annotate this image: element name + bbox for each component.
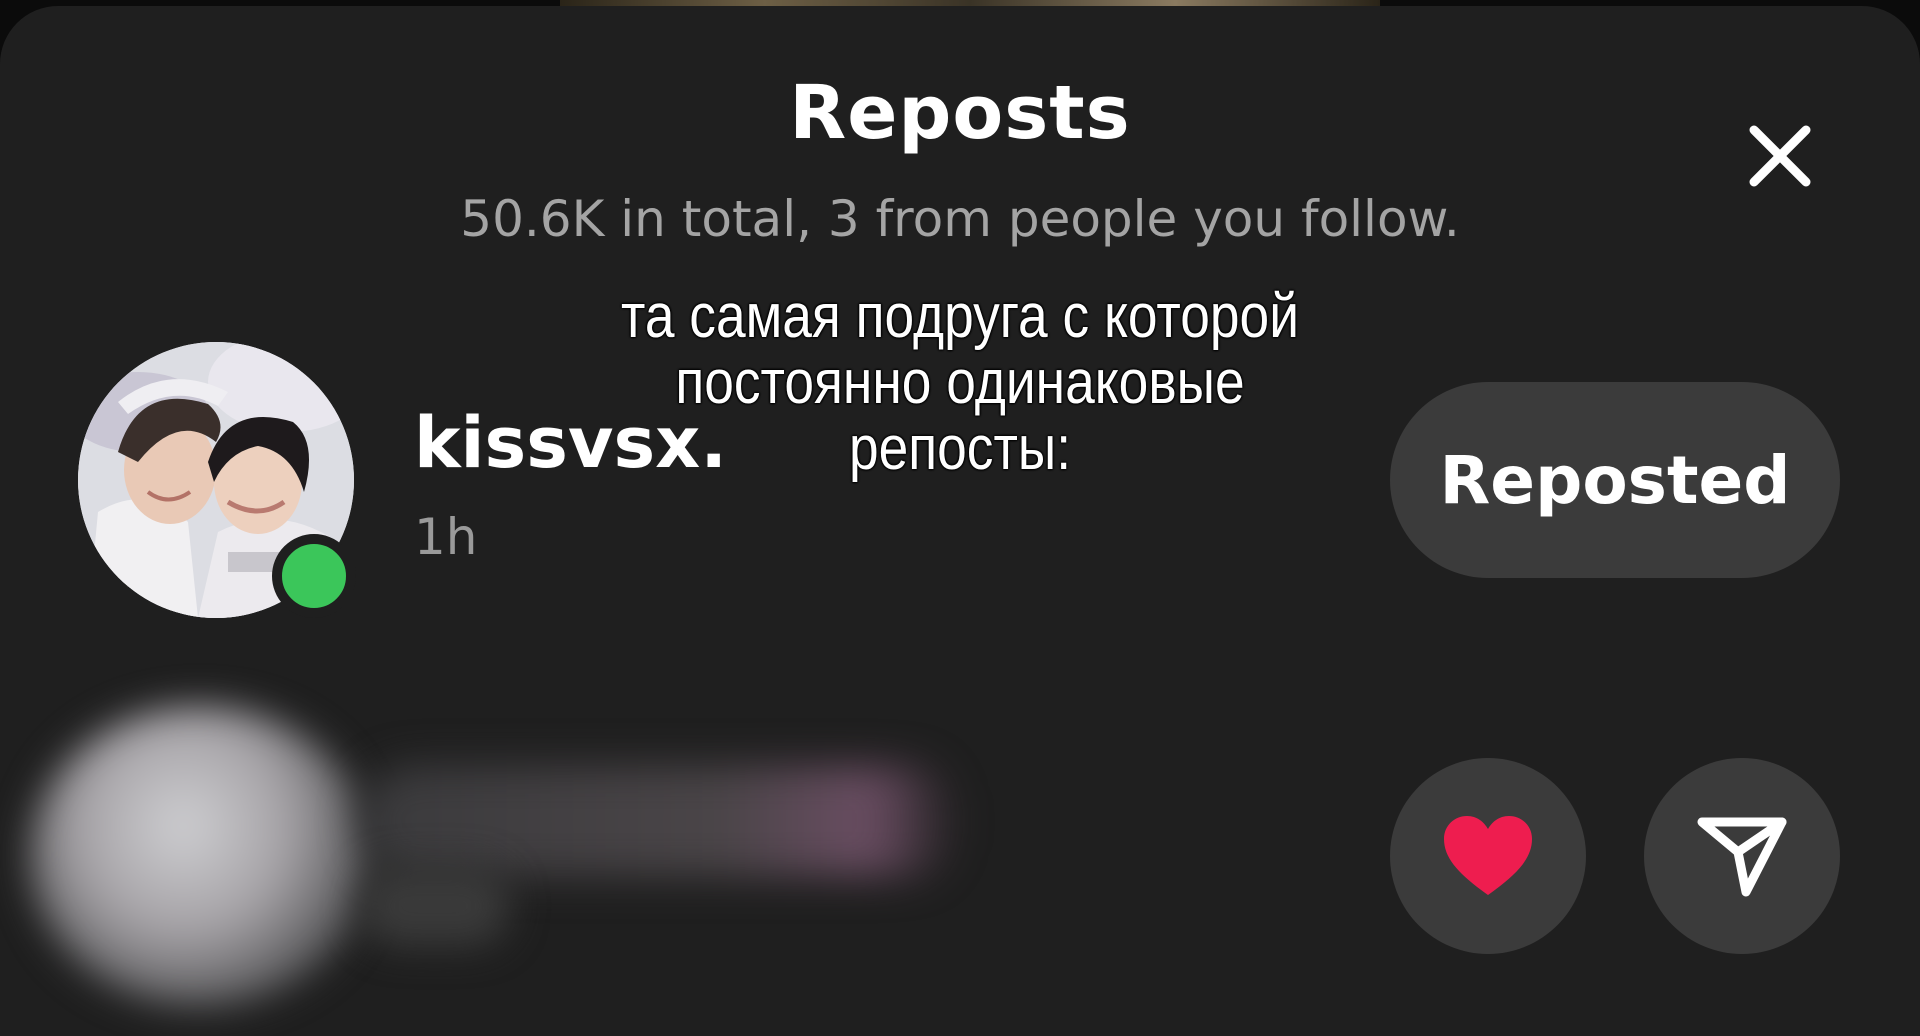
reposts-sheet: Reposts 50.6K in total, 3 from people yo… — [0, 6, 1920, 1036]
blurred-username — [360, 766, 960, 876]
repost-count-summary: 50.6K in total, 3 from people you follow… — [460, 190, 1460, 248]
reposted-button[interactable]: Reposted — [1390, 382, 1840, 578]
repost-row: kissvsx. 1h Reposted — [0, 336, 1920, 636]
username[interactable]: kissvsx. — [414, 402, 727, 484]
send-button[interactable] — [1644, 758, 1840, 954]
repost-time: 1h — [414, 508, 478, 566]
like-button[interactable] — [1390, 758, 1586, 954]
heart-icon — [1444, 816, 1532, 895]
blurred-meta — [360, 866, 510, 946]
online-status-dot — [272, 534, 356, 618]
blurred-avatar — [30, 706, 370, 1006]
close-icon — [1749, 125, 1811, 187]
send-icon — [1697, 817, 1787, 897]
close-button[interactable] — [1740, 116, 1820, 196]
sheet-title: Reposts — [789, 70, 1131, 156]
